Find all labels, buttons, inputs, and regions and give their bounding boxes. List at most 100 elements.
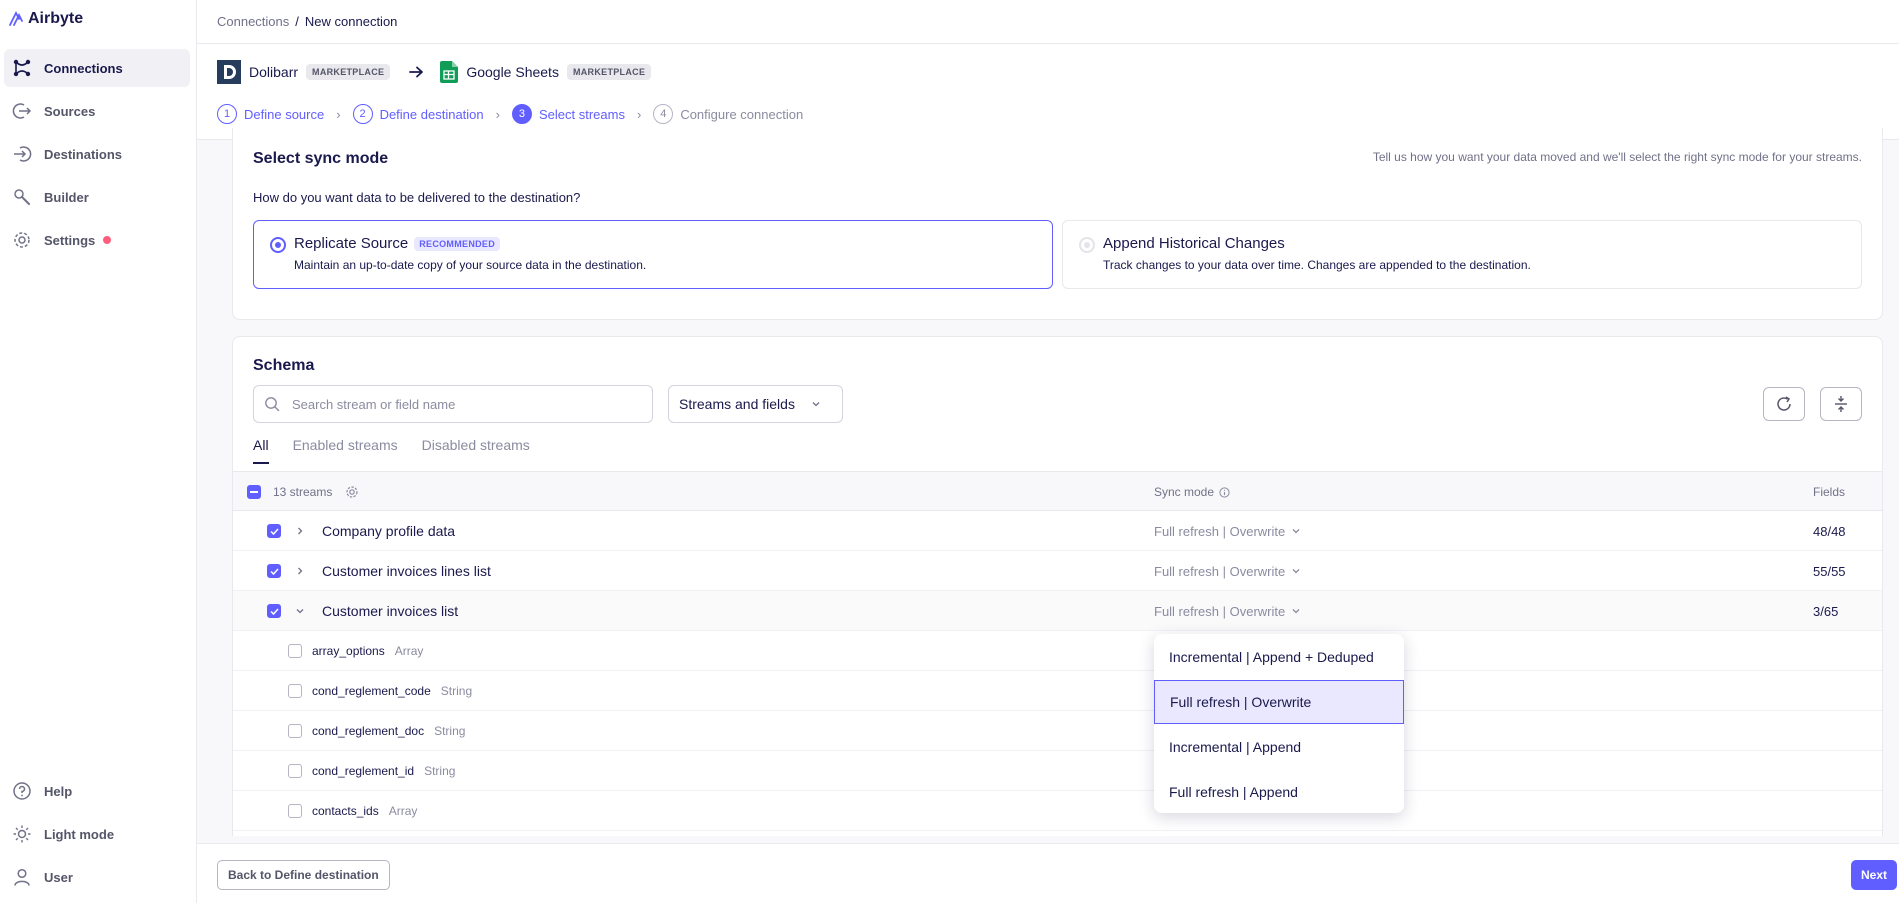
info-icon[interactable] <box>1219 486 1230 498</box>
field-checkbox[interactable] <box>288 684 302 698</box>
step-number: 2 <box>352 104 373 124</box>
breadcrumb-separator: / <box>295 14 299 29</box>
stream-name: Customer invoices list <box>322 603 459 619</box>
fields-count: 55/55 <box>1813 563 1846 579</box>
sync-mode-select[interactable]: Full refresh | Overwrite <box>1154 591 1301 631</box>
sync-mode-dropdown: Incremental | Append + Deduped Full refr… <box>1154 634 1404 813</box>
sync-mode-select[interactable]: Full refresh | Overwrite <box>1154 511 1301 551</box>
dropdown-option-incremental-append-deduped[interactable]: Incremental | Append + Deduped <box>1154 635 1404 679</box>
select-all-checkbox[interactable] <box>247 485 261 499</box>
sidebar-item-destinations[interactable]: Destinations <box>4 135 190 173</box>
option-replicate-source[interactable]: Replicate Source RECOMMENDED Maintain an… <box>253 220 1053 289</box>
sidebar-item-label: Settings <box>44 232 96 248</box>
step-label: Configure connection <box>680 106 804 122</box>
chevron-right-icon: › <box>495 106 500 122</box>
sidebar-item-label: Help <box>44 783 73 799</box>
select-value: Streams and fields <box>679 396 795 412</box>
gear-icon <box>14 232 30 248</box>
option-description: Track changes to your data over time. Ch… <box>1103 258 1531 272</box>
sync-mode-value: Full refresh | Overwrite <box>1154 523 1286 539</box>
search-field[interactable] <box>253 385 653 423</box>
next-button[interactable]: Next <box>1851 860 1897 890</box>
field-checkbox[interactable] <box>288 724 302 738</box>
dropdown-option-incremental-append[interactable]: Incremental | Append <box>1154 725 1404 769</box>
sidebar-item-user[interactable]: User <box>4 858 190 896</box>
sync-mode-select[interactable]: Full refresh | Overwrite <box>1154 551 1301 591</box>
dolibarr-logo-icon <box>217 60 241 84</box>
google-sheets-logo-icon <box>440 61 459 83</box>
schema-tabs: All Enabled streams Disabled streams <box>253 437 530 464</box>
destination-badge: MARKETPLACE <box>566 64 652 80</box>
help-icon <box>13 782 31 800</box>
chevron-down-icon[interactable] <box>295 606 305 616</box>
chevron-right-icon[interactable] <box>295 566 305 576</box>
radio-unselected[interactable] <box>1079 237 1095 253</box>
chevron-down-icon <box>812 402 820 407</box>
dropdown-option-full-refresh-append[interactable]: Full refresh | Append <box>1154 770 1404 814</box>
table-row[interactable]: Customer invoices lines list Full refres… <box>233 551 1882 591</box>
sidebar-item-help[interactable]: Help <box>4 772 190 810</box>
chevron-right-icon: › <box>336 106 341 122</box>
schema-title: Schema <box>253 357 315 374</box>
sidebar-nav: Connections Sources Destinations Builder <box>4 49 190 264</box>
sidebar-item-sources[interactable]: Sources <box>4 92 190 130</box>
option-title: Append Historical Changes <box>1103 235 1285 252</box>
step-label: Define destination <box>379 106 484 122</box>
field-checkbox[interactable] <box>288 804 302 818</box>
step-number: 3 <box>511 104 532 124</box>
back-button[interactable]: Back to Define destination <box>217 860 390 890</box>
step-select-streams: 3 Select streams <box>511 104 625 124</box>
field-row[interactable]: contacts_ids Array <box>233 791 1882 831</box>
sources-icon <box>12 103 32 119</box>
fields-count: 48/48 <box>1813 523 1846 539</box>
stream-checkbox[interactable] <box>267 524 281 538</box>
gear-icon[interactable] <box>345 485 359 499</box>
step-define-destination[interactable]: 2 Define destination <box>352 104 484 124</box>
breadcrumb-current: New connection <box>304 14 398 29</box>
table-row[interactable]: Company profile data Full refresh | Over… <box>233 511 1882 551</box>
field-row[interactable]: cond_reglement_doc String <box>233 711 1882 751</box>
field-checkbox[interactable] <box>288 644 302 658</box>
tab-disabled-streams[interactable]: Disabled streams <box>422 437 530 464</box>
chevron-down-icon <box>1292 569 1300 574</box>
breadcrumb: Connections / New connection <box>197 0 1899 44</box>
field-type: Array <box>394 644 424 658</box>
stream-name: Company profile data <box>322 523 456 539</box>
tab-all[interactable]: All <box>253 437 269 464</box>
table-row[interactable]: Customer invoices list Full refresh | Ov… <box>233 591 1882 631</box>
search-input[interactable] <box>290 395 630 413</box>
sync-mode-question: How do you want data to be delivered to … <box>253 190 581 205</box>
sidebar-item-label: Destinations <box>44 146 123 162</box>
option-append-historical-changes[interactable]: Append Historical Changes Track changes … <box>1062 220 1862 289</box>
sidebar: Airbyte Connections Sources Destinations <box>0 0 197 903</box>
streams-fields-select[interactable]: Streams and fields <box>668 385 843 423</box>
sidebar-item-light-mode[interactable]: Light mode <box>4 815 190 853</box>
field-row[interactable]: cond_reglement_id String <box>233 751 1882 791</box>
stream-count: 13 streams <box>273 485 333 499</box>
field-row[interactable]: cond_reglement_code String <box>233 671 1882 711</box>
refresh-icon <box>1777 396 1791 411</box>
field-row[interactable]: array_options Array <box>233 631 1882 671</box>
refresh-schema-button[interactable] <box>1763 387 1805 421</box>
connection-summary: Dolibarr MARKETPLACE Google Sheets MARKE… <box>217 60 652 84</box>
chevron-right-icon[interactable] <box>295 526 305 536</box>
breadcrumb-connections-link[interactable]: Connections <box>217 14 289 29</box>
fields-header: Fields <box>1813 485 1846 499</box>
dropdown-option-full-refresh-overwrite[interactable]: Full refresh | Overwrite <box>1154 680 1404 724</box>
search-icon <box>265 397 280 412</box>
field-type: Array <box>388 804 418 818</box>
sidebar-item-connections[interactable]: Connections <box>4 49 190 87</box>
field-checkbox[interactable] <box>288 764 302 778</box>
stream-checkbox[interactable] <box>267 564 281 578</box>
connections-icon <box>13 59 31 77</box>
sidebar-item-settings[interactable]: Settings <box>4 221 190 259</box>
stream-checkbox[interactable] <box>267 604 281 618</box>
step-define-source[interactable]: 1 Define source <box>217 104 324 124</box>
sidebar-item-builder[interactable]: Builder <box>4 178 190 216</box>
radio-selected[interactable] <box>270 237 286 253</box>
collapse-all-button[interactable] <box>1820 387 1862 421</box>
arrow-right-icon <box>409 66 424 78</box>
sync-mode-card: Select sync mode Tell us how you want yo… <box>232 128 1883 320</box>
airbyte-logo[interactable]: Airbyte <box>8 10 83 28</box>
tab-enabled-streams[interactable]: Enabled streams <box>293 437 398 464</box>
